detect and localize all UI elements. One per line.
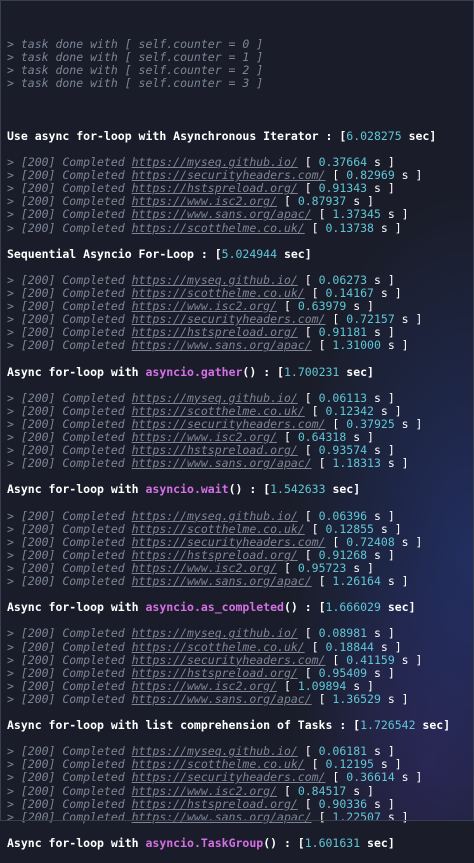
time-unit: sec]	[360, 835, 395, 850]
window-frame	[0, 0, 474, 821]
total-time-value: 1.601631	[304, 835, 361, 850]
heading-function-name: asyncio.TaskGroup	[145, 835, 264, 850]
heading-suffix: () : [	[263, 835, 305, 850]
section-heading: Async for-loop with asyncio.TaskGroup() …	[7, 835, 470, 850]
heading-label: Async for-loop with	[7, 835, 146, 850]
